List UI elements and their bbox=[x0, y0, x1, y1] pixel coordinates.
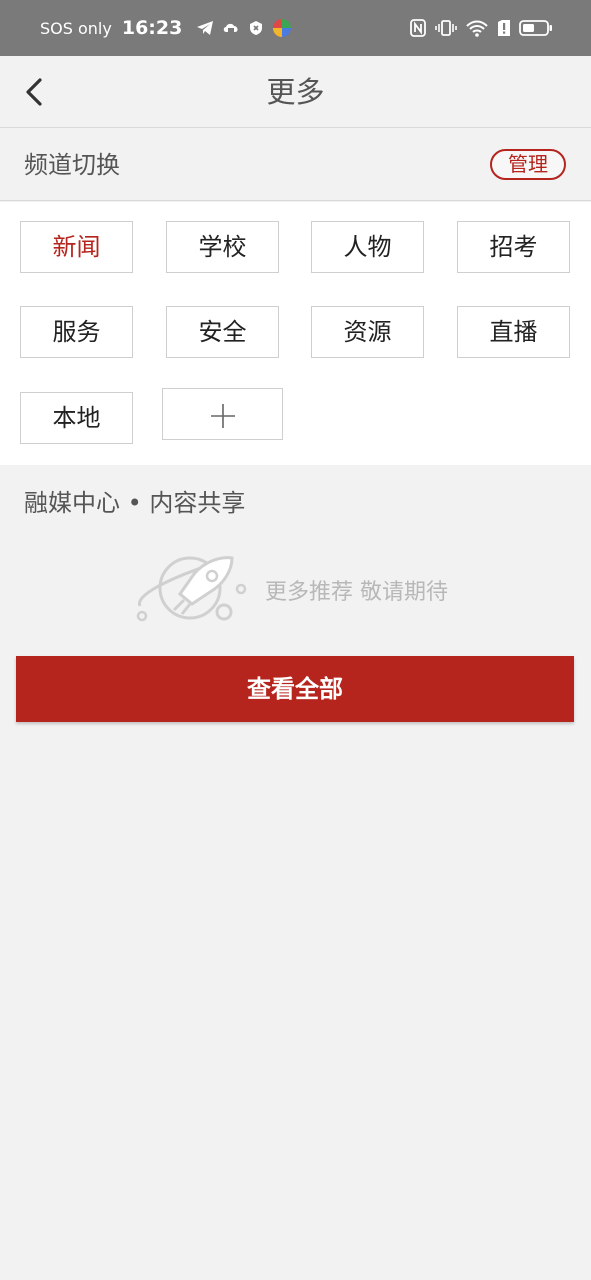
channel-button-people[interactable]: 人物 bbox=[311, 221, 424, 273]
status-bar: SOS only 16:23 bbox=[0, 0, 591, 56]
view-all-button[interactable]: 查看全部 bbox=[16, 656, 574, 722]
sim-alert-icon bbox=[498, 20, 510, 36]
channel-switch-label: 频道切换 bbox=[24, 151, 120, 179]
nfc-icon bbox=[410, 19, 426, 37]
media-center-title: 融媒中心 • 内容共享 bbox=[24, 489, 246, 517]
channel-grid: 新闻 学校 人物 招考 服务 安全 资源 直播 本地 bbox=[0, 202, 591, 465]
channel-button-safety[interactable]: 安全 bbox=[166, 306, 279, 358]
carrier-text: SOS only bbox=[40, 18, 112, 38]
page-title: 更多 bbox=[266, 75, 325, 109]
channel-button-news[interactable]: 新闻 bbox=[20, 221, 133, 273]
vpn-shield-icon bbox=[250, 21, 263, 35]
channel-button-exams[interactable]: 招考 bbox=[457, 221, 570, 273]
add-channel-button[interactable] bbox=[162, 388, 283, 440]
channel-button-local[interactable]: 本地 bbox=[20, 392, 133, 444]
empty-state-text: 更多推荐 敬请期待 bbox=[265, 580, 448, 605]
manage-button[interactable]: 管理 bbox=[490, 149, 566, 180]
clock-text: 16:23 bbox=[121, 17, 183, 39]
vibrate-icon bbox=[435, 20, 457, 36]
app-logo-icon bbox=[273, 19, 292, 37]
battery-icon bbox=[519, 20, 552, 36]
channel-button-services[interactable]: 服务 bbox=[20, 306, 133, 358]
channel-button-live[interactable]: 直播 bbox=[457, 306, 570, 358]
channel-button-resources[interactable]: 资源 bbox=[311, 306, 424, 358]
rocket-planet-icon bbox=[136, 556, 247, 622]
plus-icon bbox=[211, 404, 235, 428]
cloud-game-icon bbox=[224, 23, 238, 32]
telegram-icon bbox=[197, 21, 214, 35]
wifi-icon bbox=[466, 20, 488, 37]
empty-state: 更多推荐 敬请期待 bbox=[134, 548, 464, 628]
nav-bar: 更多 bbox=[0, 56, 591, 128]
channel-button-school[interactable]: 学校 bbox=[166, 221, 279, 273]
